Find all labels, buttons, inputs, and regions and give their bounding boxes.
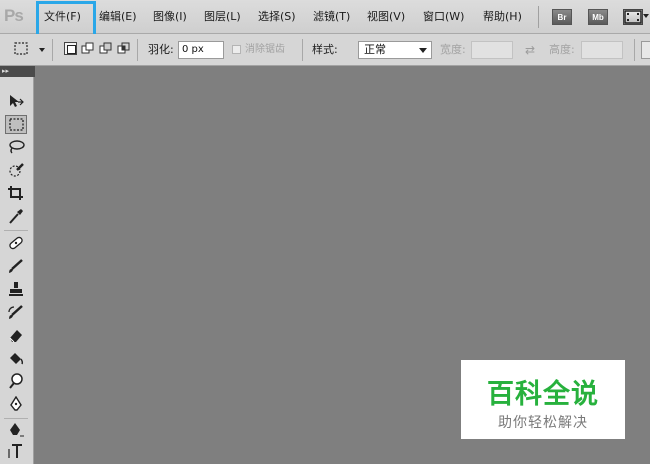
pen-tool-icon[interactable] — [5, 395, 27, 414]
healing-brush-tool-icon[interactable] — [5, 234, 27, 253]
feather-input[interactable]: 0 px — [178, 41, 224, 59]
photoshop-logo: Ps — [4, 6, 24, 25]
menu-filter[interactable]: 滤镜(T) — [313, 9, 350, 25]
tools-panel-header[interactable]: ▸▸ — [0, 66, 35, 77]
paint-bucket-tool-icon[interactable] — [5, 349, 27, 368]
feather-label: 羽化: — [148, 43, 174, 56]
menu-separator — [538, 6, 539, 28]
height-input[interactable] — [581, 41, 623, 59]
menu-layer[interactable]: 图层(L) — [204, 9, 241, 25]
crop-tool-icon[interactable] — [5, 184, 27, 203]
menu-select[interactable]: 选择(S) — [258, 9, 296, 25]
menu-edit[interactable]: 编辑(E) — [99, 9, 137, 25]
clone-stamp-tool-icon[interactable] — [5, 280, 27, 299]
chevron-down-icon[interactable] — [643, 14, 649, 18]
tools-panel: ▸▸ — [0, 66, 35, 464]
options-separator — [137, 39, 138, 61]
preset-chevron-down-icon[interactable] — [39, 48, 45, 52]
filmstrip-icon[interactable] — [623, 9, 643, 25]
type-tool-icon[interactable] — [5, 442, 27, 461]
menu-bar: Ps 文件(F) 编辑(E) 图像(I) 图层(L) 选择(S) 滤镜(T) 视… — [0, 0, 650, 41]
history-brush-tool-icon[interactable] — [5, 303, 27, 322]
move-tool-icon[interactable] — [5, 92, 27, 111]
watermark-title: 百科全说 — [487, 379, 599, 410]
style-select[interactable]: 正常 — [358, 41, 432, 59]
lasso-tool-icon[interactable] — [5, 138, 27, 157]
eyedropper-tool-icon[interactable] — [5, 207, 27, 226]
options-bar: 羽化: 0 px 消除锯齿 样式: 正常 宽度: ⇄ 高度: — [0, 34, 650, 66]
options-separator — [302, 39, 303, 61]
style-select-value: 正常 — [364, 43, 386, 56]
eraser-tool-icon[interactable] — [5, 326, 27, 345]
options-separator — [52, 39, 53, 61]
width-input[interactable] — [471, 41, 513, 59]
pen-path-tool-icon[interactable] — [5, 421, 27, 440]
add-to-selection-icon[interactable] — [81, 42, 94, 55]
height-label: 高度: — [549, 43, 575, 56]
watermark-badge: 百科全说 助你轻松解决 — [461, 360, 625, 439]
intersect-selection-icon[interactable] — [117, 42, 130, 55]
subtract-from-selection-icon[interactable] — [99, 42, 112, 55]
watermark-subtitle: 助你轻松解决 — [498, 415, 588, 431]
brush-tool-icon[interactable] — [5, 257, 27, 276]
dodge-tool-icon[interactable] — [5, 372, 27, 391]
tools-separator — [4, 230, 28, 231]
bridge-button[interactable]: Br — [552, 9, 572, 25]
menu-image[interactable]: 图像(I) — [153, 9, 187, 25]
options-separator — [634, 39, 635, 61]
antialias-label: 消除锯齿 — [245, 44, 285, 55]
rect-marquee-preset-icon[interactable] — [14, 42, 30, 59]
menu-window[interactable]: 窗口(W) — [423, 9, 464, 25]
tools-separator — [4, 418, 28, 419]
new-selection-icon[interactable] — [64, 42, 77, 55]
mini-bridge-button[interactable]: Mb — [588, 9, 608, 25]
chevron-down-icon — [419, 48, 427, 53]
rectangular-marquee-tool-icon[interactable] — [5, 115, 27, 134]
style-label: 样式: — [312, 43, 338, 56]
quick-selection-tool-icon[interactable] — [5, 161, 27, 180]
antialias-checkbox[interactable] — [232, 45, 241, 54]
menu-help[interactable]: 帮助(H) — [483, 9, 522, 25]
width-label: 宽度: — [440, 43, 466, 56]
refine-edge-button[interactable] — [641, 41, 650, 59]
menu-file[interactable]: 文件(F) — [44, 9, 81, 25]
swap-arrows-icon[interactable]: ⇄ — [525, 43, 535, 57]
menu-view[interactable]: 视图(V) — [367, 9, 405, 25]
